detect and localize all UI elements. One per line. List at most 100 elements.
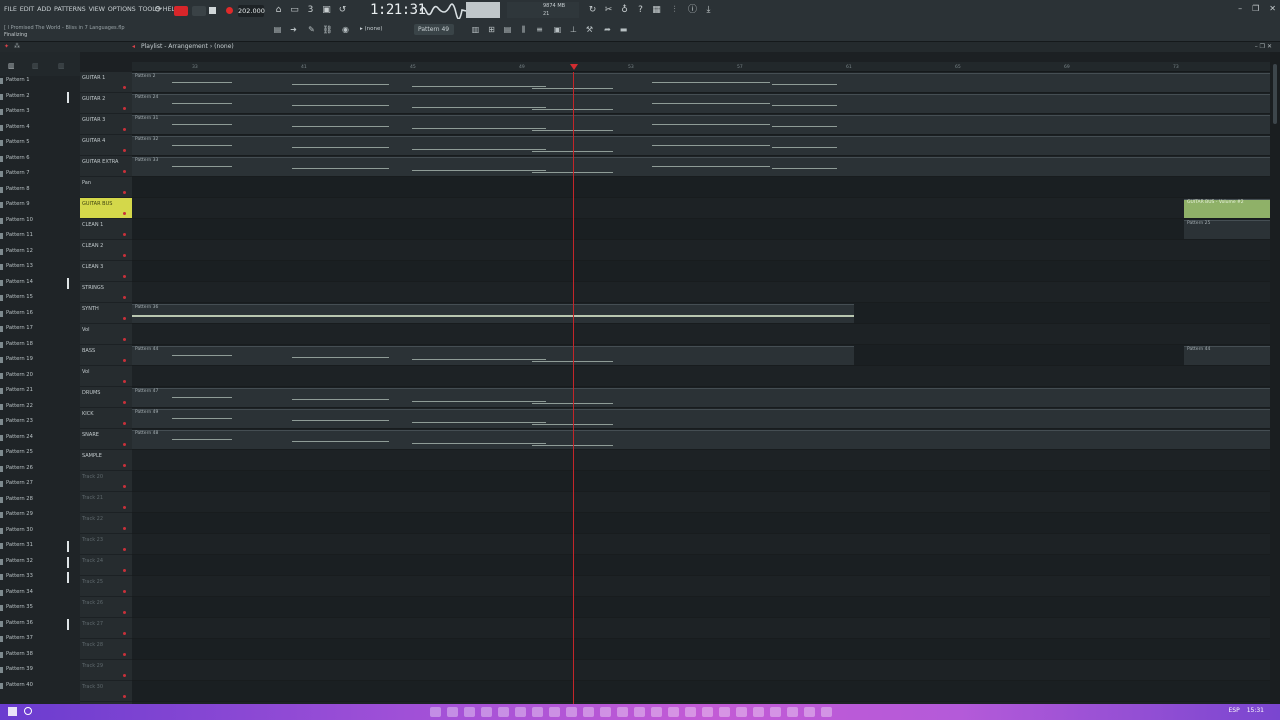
clock[interactable]: 15:31 bbox=[1247, 707, 1264, 714]
picker-item[interactable]: Pattern 23 bbox=[0, 417, 80, 432]
track-mute-led[interactable] bbox=[123, 275, 126, 278]
playhead-marker[interactable] bbox=[570, 64, 578, 70]
track-header[interactable]: Track 29 bbox=[80, 660, 132, 681]
track-lane[interactable] bbox=[132, 282, 1270, 303]
cut-icon[interactable]: ✂ bbox=[602, 4, 615, 17]
maximize-icon[interactable]: ❐ bbox=[1252, 4, 1259, 13]
microphone-icon[interactable]: ♁ bbox=[618, 4, 631, 17]
taskbar-app-icon[interactable] bbox=[685, 707, 696, 717]
track-lane[interactable] bbox=[132, 261, 1270, 282]
track-lane[interactable]: Pattern 32 bbox=[132, 135, 1270, 156]
track-lane[interactable] bbox=[132, 618, 1270, 639]
picker-item[interactable]: Pattern 6 bbox=[0, 154, 80, 169]
picker-item[interactable]: Pattern 19 bbox=[0, 355, 80, 370]
track-lane[interactable] bbox=[132, 471, 1270, 492]
track-lane[interactable] bbox=[132, 513, 1270, 534]
track-mute-led[interactable] bbox=[123, 422, 126, 425]
minimize-icon[interactable]: – bbox=[1238, 4, 1242, 13]
track-lane[interactable]: Pattern 48 bbox=[132, 429, 1270, 450]
search-icon[interactable] bbox=[24, 707, 32, 715]
track-lane[interactable]: Pattern 44 bbox=[132, 345, 1270, 366]
picker-item[interactable]: Pattern 38 bbox=[0, 650, 80, 665]
track-mute-led[interactable] bbox=[123, 527, 126, 530]
picker-item[interactable]: Pattern 32 bbox=[0, 556, 80, 572]
pattern-clip[interactable]: Pattern 2 bbox=[132, 73, 1270, 92]
taskbar-app-icon[interactable] bbox=[651, 707, 662, 717]
track-header[interactable]: KICK bbox=[80, 408, 132, 429]
track-lane[interactable]: Pattern 24 bbox=[132, 93, 1270, 114]
tools-icon[interactable]: ⚒ bbox=[584, 24, 595, 35]
taskbar-app-icon[interactable] bbox=[617, 707, 628, 717]
track-mute-led[interactable] bbox=[123, 611, 126, 614]
pattern-clip[interactable]: Pattern 49 bbox=[132, 409, 1270, 428]
windows-start-icon[interactable] bbox=[8, 707, 17, 716]
taskbar-app-icon[interactable] bbox=[481, 707, 492, 717]
track-mute-led[interactable] bbox=[123, 359, 126, 362]
info-icon[interactable]: ⓘ bbox=[686, 4, 699, 17]
playlist-menu-icon[interactable]: ◂ bbox=[132, 43, 135, 50]
taskbar-app-icon[interactable] bbox=[549, 707, 560, 717]
playlist-maximize-icon[interactable]: ❐ bbox=[1260, 43, 1265, 50]
picker-item[interactable]: Pattern 30 bbox=[0, 526, 80, 541]
picker-item[interactable]: Pattern 26 bbox=[0, 464, 80, 479]
track-mute-led[interactable] bbox=[123, 485, 126, 488]
picker-item[interactable]: Pattern 16 bbox=[0, 309, 80, 324]
picker-item[interactable]: Pattern 27 bbox=[0, 479, 80, 494]
help-icon[interactable]: ? bbox=[634, 4, 647, 17]
vertical-scrollbar[interactable] bbox=[1270, 52, 1280, 704]
pin-icon[interactable]: ⊥ bbox=[568, 24, 579, 35]
track-header[interactable]: Track 24 bbox=[80, 555, 132, 576]
taskbar-app-icon[interactable] bbox=[736, 707, 747, 717]
step-seq-icon[interactable]: ⊞ bbox=[486, 24, 497, 35]
pattern-clip[interactable]: Pattern 44 bbox=[132, 346, 854, 365]
share-icon[interactable]: ➦ bbox=[602, 24, 613, 35]
record-button[interactable] bbox=[226, 7, 233, 14]
track-header[interactable]: SNARE bbox=[80, 429, 132, 450]
mixer-icon[interactable]: ⫶ bbox=[668, 4, 681, 17]
playlist-close-icon[interactable]: ✕ bbox=[1267, 43, 1272, 50]
track-mute-led[interactable] bbox=[123, 443, 126, 446]
pencil-icon[interactable]: ✎ bbox=[306, 24, 317, 35]
picker-item[interactable]: Pattern 24 bbox=[0, 433, 80, 448]
picker-item[interactable]: Pattern 15 bbox=[0, 293, 80, 308]
picker-item[interactable]: Pattern 22 bbox=[0, 402, 80, 417]
menu-file[interactable]: FILE bbox=[4, 5, 17, 13]
track-mute-led[interactable] bbox=[123, 674, 126, 677]
track-lane[interactable] bbox=[132, 240, 1270, 261]
picker-item[interactable]: Pattern 28 bbox=[0, 495, 80, 510]
close-icon[interactable]: ✕ bbox=[1269, 4, 1276, 13]
track-lane[interactable]: Pattern 49 bbox=[132, 408, 1270, 429]
track-header[interactable]: Pan bbox=[80, 177, 132, 198]
track-lane[interactable] bbox=[132, 198, 1270, 219]
track-header[interactable]: Track 28 bbox=[80, 639, 132, 660]
track-header[interactable]: Track 21 bbox=[80, 492, 132, 513]
track-mute-led[interactable] bbox=[123, 590, 126, 593]
track-header[interactable]: GUITAR 1 bbox=[80, 72, 132, 93]
play-button[interactable] bbox=[192, 6, 206, 16]
picker-item[interactable]: Pattern 8 bbox=[0, 185, 80, 200]
picker-item[interactable]: Pattern 3 bbox=[0, 107, 80, 122]
pattern-song-toggle[interactable] bbox=[174, 6, 188, 16]
link-icon[interactable]: ⛓ bbox=[322, 24, 333, 35]
menu-add[interactable]: ADD bbox=[37, 5, 51, 13]
track-lane[interactable] bbox=[132, 639, 1270, 660]
taskbar-app-icon[interactable] bbox=[753, 707, 764, 717]
picker-item[interactable]: Pattern 17 bbox=[0, 324, 80, 339]
taskbar-app-icon[interactable] bbox=[821, 707, 832, 717]
track-header[interactable]: DRUMS bbox=[80, 387, 132, 408]
track-mute-led[interactable] bbox=[123, 212, 126, 215]
picker-item[interactable]: Pattern 29 bbox=[0, 510, 80, 525]
pattern-clip[interactable]: Pattern 31 bbox=[132, 115, 1270, 134]
audio-picker-icon[interactable]: ▥ bbox=[32, 62, 39, 70]
tempo-display[interactable]: 202.000 bbox=[238, 5, 265, 17]
track-mute-led[interactable] bbox=[123, 548, 126, 551]
picker-item[interactable]: Pattern 37 bbox=[0, 634, 80, 649]
piano-roll-icon[interactable]: ▤ bbox=[272, 24, 283, 35]
taskbar-app-icon[interactable] bbox=[498, 707, 509, 717]
plugin-icon[interactable]: ▣ bbox=[552, 24, 563, 35]
taskbar-app-icon[interactable] bbox=[600, 707, 611, 717]
track-header[interactable]: CLEAN 3 bbox=[80, 261, 132, 282]
picker-item[interactable]: Pattern 35 bbox=[0, 603, 80, 618]
track-lane[interactable]: Pattern 2 bbox=[132, 72, 1270, 93]
taskbar-app-icon[interactable] bbox=[515, 707, 526, 717]
